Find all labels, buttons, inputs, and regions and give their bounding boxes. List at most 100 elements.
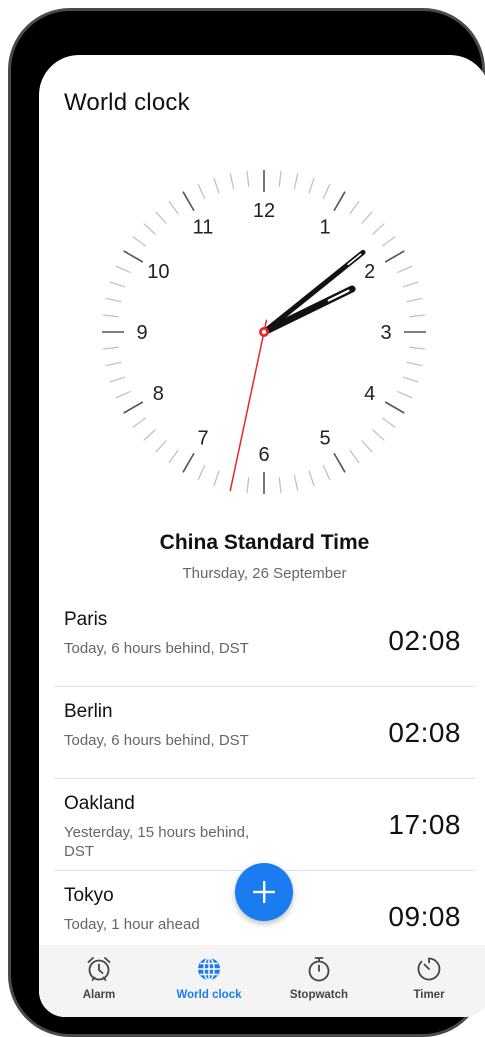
city-row-berlin[interactable]: Berlin Today, 6 hours behind, DST 02:08 <box>54 687 475 779</box>
city-time: 09:08 <box>388 901 461 932</box>
minute-tick <box>381 236 396 247</box>
minute-tick <box>397 265 413 274</box>
minute-tick <box>349 200 360 215</box>
hour-tick <box>384 401 405 414</box>
minute-tick <box>381 417 396 428</box>
city-name: Berlin <box>64 701 113 722</box>
home-timezone-date: Thursday, 26 September <box>182 565 347 582</box>
minute-tick <box>293 474 299 491</box>
minute-tick <box>109 376 126 383</box>
minute-tick <box>213 177 220 194</box>
bottom-tab-bar: Alarm World clock Stopwatch Timer <box>39 945 485 1017</box>
minute-tick <box>229 173 235 190</box>
minute-tick <box>102 346 119 350</box>
tab-timer[interactable]: Timer <box>373 945 485 1017</box>
tab-alarm[interactable]: Alarm <box>43 945 155 1017</box>
minute-tick <box>168 200 179 215</box>
city-time: 17:08 <box>388 809 461 840</box>
city-offset: Today, 6 hours behind, DST <box>64 640 249 657</box>
minute-tick <box>143 223 156 235</box>
minute-tick <box>402 376 419 383</box>
minute-tick <box>213 470 220 487</box>
minute-tick <box>372 429 385 441</box>
hour-tick <box>333 191 346 212</box>
phone-frame: World clock 12 1 2 3 4 5 6 7 8 9 10 11 China Standa… <box>8 8 485 1037</box>
tab-label-timer: Timer <box>413 989 445 1001</box>
minute-tick <box>322 183 331 199</box>
add-city-button[interactable] <box>235 863 293 921</box>
city-row-oakland[interactable]: Oakland Yesterday, 15 hours behind, DST … <box>54 779 475 871</box>
minute-tick <box>406 361 423 367</box>
minute-tick <box>115 265 131 274</box>
city-time: 02:08 <box>388 625 461 656</box>
hour-tick <box>123 401 144 414</box>
clock-numeral: 12 <box>253 200 275 222</box>
clock-numeral: 10 <box>147 261 169 283</box>
clock-numeral: 6 <box>258 444 269 466</box>
minute-tick <box>155 440 167 453</box>
city-offset: Yesterday, 15 hours behind, DST <box>64 824 250 860</box>
tab-label-stopwatch: Stopwatch <box>289 989 349 1001</box>
timer-icon <box>417 957 441 981</box>
city-name: Paris <box>64 609 108 630</box>
clock-center-dot <box>261 329 267 335</box>
minute-tick <box>109 281 126 288</box>
minute-tick <box>409 346 426 350</box>
alarm-clock-icon <box>87 957 111 981</box>
minute-tick <box>102 314 119 318</box>
tab-label-alarm: Alarm <box>82 989 116 1001</box>
minute-tick <box>168 449 179 464</box>
minute-tick <box>402 281 419 288</box>
tab-world-clock[interactable]: World clock <box>153 945 265 1017</box>
minute-tick <box>132 236 147 247</box>
clock-numeral: 3 <box>380 322 391 344</box>
clock-numeral: 4 <box>364 383 375 405</box>
minute-tick <box>197 183 206 199</box>
minute-tick <box>293 173 299 190</box>
minute-tick <box>155 211 167 224</box>
city-name: Oakland <box>64 793 135 814</box>
minute-tick <box>246 477 250 494</box>
globe-icon <box>198 957 220 981</box>
hour-tick <box>123 250 144 263</box>
home-timezone-name: China Standard Time <box>159 531 370 554</box>
minute-tick <box>349 449 360 464</box>
hour-tick <box>333 452 346 473</box>
minute-tick <box>308 177 315 194</box>
hour-tick <box>384 250 405 263</box>
hour-tick <box>182 452 195 473</box>
city-time: 02:08 <box>388 717 461 748</box>
clock-numeral: 9 <box>136 322 147 344</box>
tab-stopwatch[interactable]: Stopwatch <box>263 945 375 1017</box>
minute-tick <box>132 417 147 428</box>
minute-tick <box>115 390 131 399</box>
city-row-paris[interactable]: Paris Today, 6 hours behind, DST 02:08 <box>54 595 475 687</box>
clock-numeral: 5 <box>319 428 330 450</box>
minute-tick <box>105 297 122 303</box>
minute-tick <box>278 477 282 494</box>
minute-tick <box>246 170 250 187</box>
city-offset: Today, 6 hours behind, DST <box>64 732 249 749</box>
minute-tick <box>397 390 413 399</box>
plus-icon <box>253 881 275 903</box>
stopwatch-icon <box>308 957 330 982</box>
minute-tick <box>278 170 282 187</box>
minute-tick <box>105 361 122 367</box>
minute-tick <box>361 440 373 453</box>
screen: World clock 12 1 2 3 4 5 6 7 8 9 10 11 China Standa… <box>39 55 485 1017</box>
clock-numeral: 1 <box>319 216 330 238</box>
clock-numeral: 2 <box>364 261 375 283</box>
city-name: Tokyo <box>64 885 114 906</box>
city-offset: Today, 1 hour ahead <box>64 916 200 933</box>
minute-tick <box>372 223 385 235</box>
analog-clock: 121234567891011 <box>102 170 426 494</box>
minute-tick <box>197 465 206 481</box>
clock-hands <box>229 249 366 492</box>
clock-numeral: 11 <box>193 216 214 238</box>
minute-tick <box>409 314 426 318</box>
clock-numeral: 8 <box>153 383 164 405</box>
clock-numeral: 7 <box>197 428 208 450</box>
minute-tick <box>361 211 373 224</box>
minute-hand-highlight <box>347 253 362 266</box>
hour-tick <box>182 191 195 212</box>
